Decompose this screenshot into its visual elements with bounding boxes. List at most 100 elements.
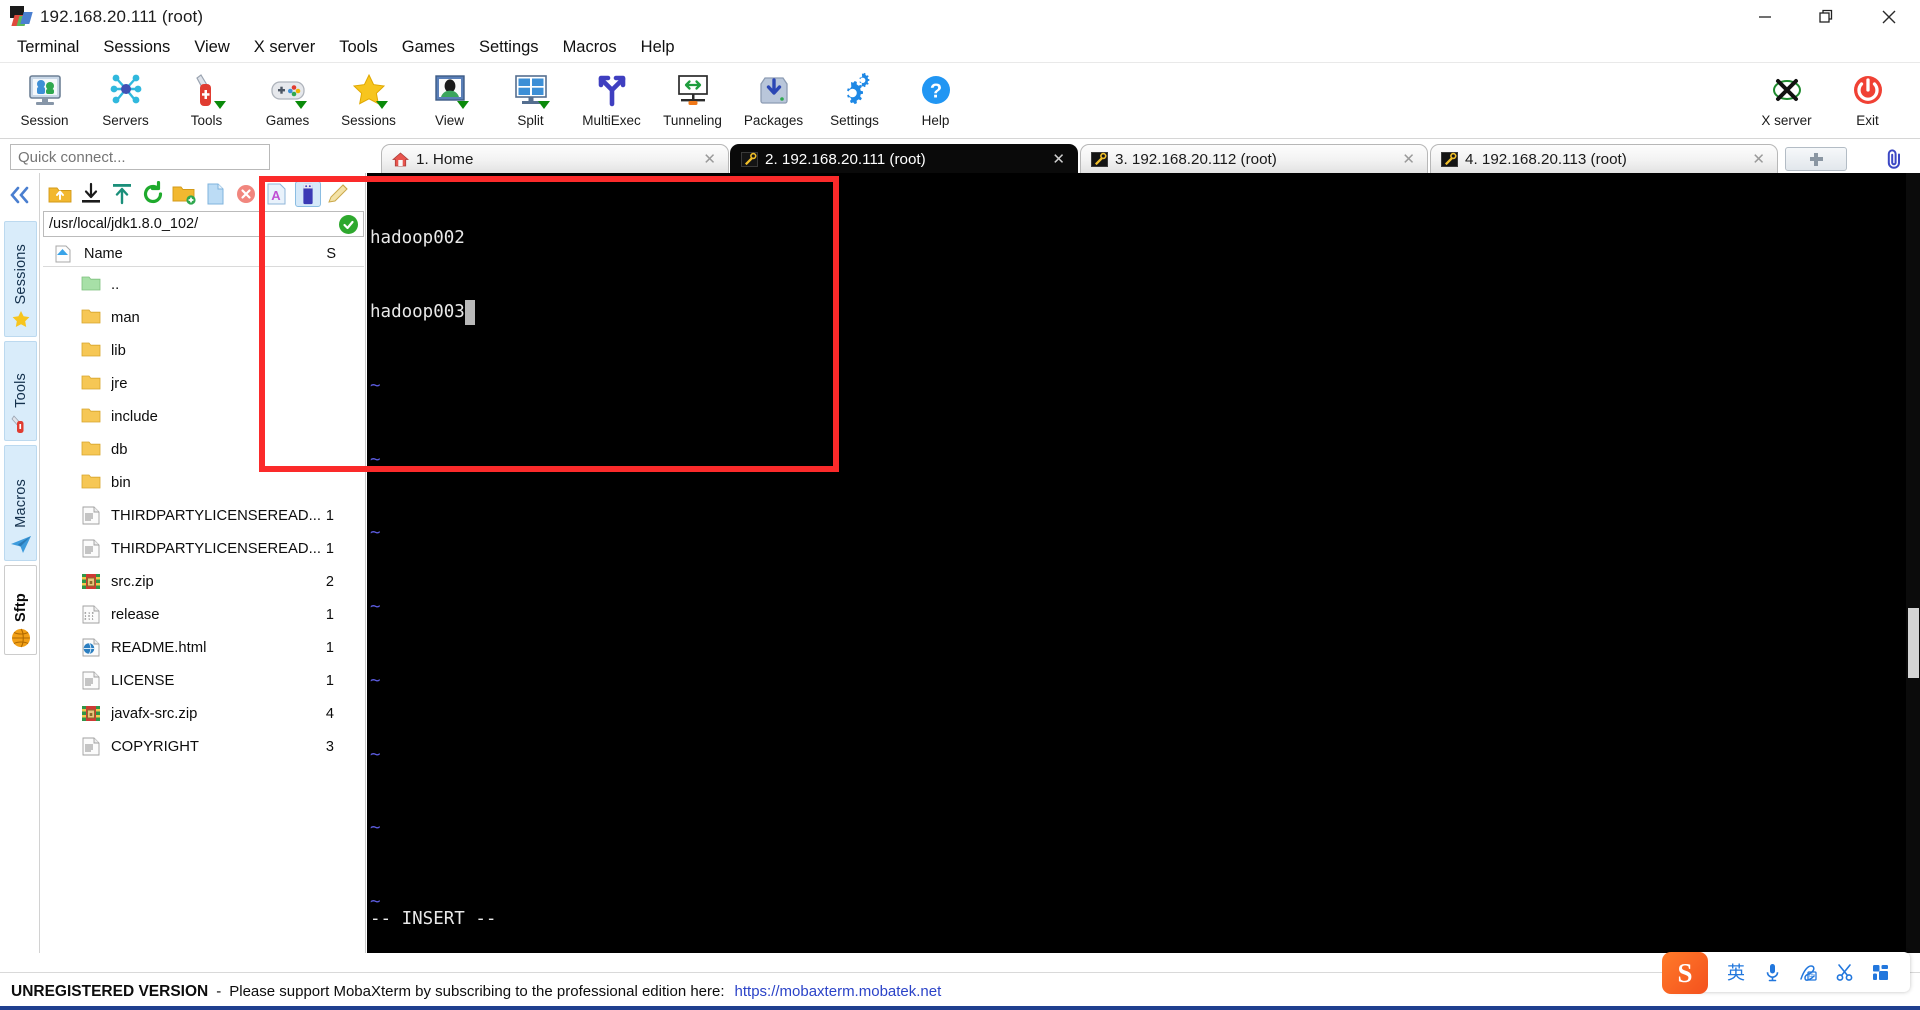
multiexec-fork-icon bbox=[592, 70, 632, 110]
handwriting-icon[interactable]: 中 bbox=[1793, 958, 1823, 986]
text-mode-icon[interactable]: A bbox=[264, 181, 290, 207]
toolbar-split-button[interactable]: Split bbox=[490, 64, 571, 137]
list-item[interactable]: README.html 1 bbox=[43, 631, 364, 664]
tab-close-icon[interactable]: ✕ bbox=[685, 150, 716, 168]
new-tab-button[interactable] bbox=[1785, 147, 1847, 171]
sftp-name-column[interactable]: Name bbox=[84, 246, 123, 262]
edit-pencil-icon[interactable] bbox=[326, 181, 352, 207]
close-button[interactable] bbox=[1858, 0, 1920, 33]
list-item[interactable]: LICENSE 1 bbox=[43, 664, 364, 697]
refresh-icon[interactable] bbox=[140, 180, 166, 207]
list-item[interactable]: include bbox=[43, 400, 364, 433]
list-item[interactable]: src.zip 2 bbox=[43, 565, 364, 598]
sftp-file-list[interactable]: .. man lib jre include db bin THIRDPARTY… bbox=[43, 268, 364, 888]
sidebar-item-sftp[interactable]: Sftp bbox=[4, 565, 37, 655]
terminal-line: ~ bbox=[370, 523, 381, 544]
file-name: db bbox=[111, 441, 128, 458]
list-item[interactable]: lib bbox=[43, 334, 364, 367]
tab-192-168-20-111[interactable]: 2. 192.168.20.111 (root) ✕ bbox=[730, 144, 1078, 173]
svg-text:中: 中 bbox=[1808, 972, 1814, 980]
binary-mode-icon[interactable] bbox=[295, 181, 321, 207]
list-item[interactable]: .. bbox=[43, 268, 364, 301]
list-item[interactable]: jre bbox=[43, 367, 364, 400]
tab-home[interactable]: 1. Home ✕ bbox=[381, 144, 729, 173]
list-item[interactable]: bin bbox=[43, 466, 364, 499]
toolbar-help-button[interactable]: ? Help bbox=[895, 64, 976, 137]
double-chevron-left-icon[interactable] bbox=[5, 181, 35, 209]
sftp-size-column[interactable]: S bbox=[326, 246, 336, 262]
sogou-logo-icon[interactable]: S bbox=[1662, 952, 1708, 994]
menu-tools[interactable]: Tools bbox=[327, 35, 390, 60]
toolbar-games-button[interactable]: Games bbox=[247, 64, 328, 137]
toolbar-exit-button[interactable]: Exit bbox=[1827, 64, 1908, 137]
tab-close-icon[interactable]: ✕ bbox=[1734, 150, 1765, 168]
sftp-path-value: /usr/local/jdk1.8.0_102/ bbox=[49, 216, 199, 232]
file-size: 1 bbox=[325, 672, 334, 689]
file-name: bin bbox=[111, 474, 131, 491]
tab-192-168-20-112[interactable]: 3. 192.168.20.112 (root) ✕ bbox=[1080, 144, 1428, 173]
menu-sessions[interactable]: Sessions bbox=[91, 35, 182, 60]
paperclip-icon[interactable] bbox=[1882, 147, 1906, 171]
list-item[interactable]: COPYRIGHT 3 bbox=[43, 730, 364, 763]
quick-connect-input[interactable] bbox=[10, 144, 270, 170]
toolbar-settings-button[interactable]: Settings bbox=[814, 64, 895, 137]
menu-x-server[interactable]: X server bbox=[242, 35, 327, 60]
scrollbar-thumb[interactable] bbox=[1908, 608, 1919, 678]
minimize-button[interactable] bbox=[1734, 0, 1796, 33]
sftp-path-field[interactable]: /usr/local/jdk1.8.0_102/ bbox=[43, 211, 364, 237]
sidebar-sessions-label: Sessions bbox=[12, 243, 29, 304]
menu-settings[interactable]: Settings bbox=[467, 35, 551, 60]
toolbar-sessions-button[interactable]: Sessions bbox=[328, 64, 409, 137]
menu-view[interactable]: View bbox=[182, 35, 241, 60]
list-item[interactable]: man bbox=[43, 301, 364, 334]
sidebar-item-tools[interactable]: Tools bbox=[4, 341, 37, 441]
list-item[interactable]: db bbox=[43, 433, 364, 466]
menu-terminal[interactable]: Terminal bbox=[5, 35, 91, 60]
file-size: 3 bbox=[325, 738, 334, 755]
toolbar-settings-label: Settings bbox=[830, 113, 879, 128]
toolbar-view-button[interactable]: View bbox=[409, 64, 490, 137]
menu-macros[interactable]: Macros bbox=[551, 35, 629, 60]
restore-button[interactable] bbox=[1796, 0, 1858, 33]
list-item[interactable]: javafx-src.zip 4 bbox=[43, 697, 364, 730]
scissors-icon[interactable] bbox=[1829, 958, 1859, 986]
sidebar-item-macros[interactable]: Macros bbox=[4, 445, 37, 561]
language-mode-icon[interactable]: 英 bbox=[1721, 958, 1751, 986]
list-item[interactable]: 0 1 01 0 10 1 1 release 1 bbox=[43, 598, 364, 631]
tab-close-icon[interactable]: ✕ bbox=[1034, 150, 1065, 168]
upload-icon[interactable] bbox=[109, 181, 135, 207]
sidebar-item-sessions[interactable]: Sessions bbox=[4, 221, 37, 337]
tab-close-icon[interactable]: ✕ bbox=[1384, 150, 1415, 168]
list-item[interactable]: THIRDPARTYLICENSEREAD... 1 bbox=[43, 532, 364, 565]
toolbar-session-button[interactable]: Session bbox=[4, 64, 85, 137]
tab-192-168-20-113[interactable]: 4. 192.168.20.113 (root) ✕ bbox=[1430, 144, 1778, 173]
list-item[interactable]: THIRDPARTYLICENSEREAD... 1 bbox=[43, 499, 364, 532]
sidebar-tools-label: Tools bbox=[12, 373, 29, 408]
file-name: javafx-src.zip bbox=[111, 705, 198, 722]
toolbar-servers-button[interactable]: Servers bbox=[85, 64, 166, 137]
toolbar-x-server-button[interactable]: X server bbox=[1746, 64, 1827, 137]
mobaxterm-website-link[interactable]: https://mobaxterm.mobatek.net bbox=[735, 983, 942, 1000]
toolbar-sessions-label: Sessions bbox=[341, 113, 396, 128]
toolbox-icon[interactable] bbox=[1865, 958, 1895, 986]
terminal-panel[interactable]: hadoop002 hadoop003 ~ ~ ~ ~ ~ ~ ~ ~ ~ ~ … bbox=[367, 173, 1920, 953]
download-icon[interactable] bbox=[78, 181, 104, 207]
user-screen-icon bbox=[430, 70, 470, 110]
toolbar-tunneling-button[interactable]: Tunneling bbox=[652, 64, 733, 137]
new-folder-icon[interactable] bbox=[171, 181, 197, 207]
delete-icon[interactable] bbox=[233, 181, 259, 207]
terminal-scrollbar[interactable] bbox=[1906, 173, 1920, 953]
window-title: 192.168.20.111 (root) bbox=[40, 6, 204, 26]
sort-ascending-icon[interactable] bbox=[53, 244, 72, 263]
toolbar-tools-button[interactable]: Tools bbox=[166, 64, 247, 137]
toolbar-packages-button[interactable]: Packages bbox=[733, 64, 814, 137]
menu-games[interactable]: Games bbox=[390, 35, 467, 60]
check-circle-icon bbox=[339, 215, 358, 234]
microphone-icon[interactable] bbox=[1757, 958, 1787, 986]
menu-help[interactable]: Help bbox=[629, 35, 687, 60]
new-file-icon[interactable] bbox=[202, 181, 228, 207]
x-server-icon bbox=[1767, 70, 1807, 110]
go-up-folder-icon[interactable] bbox=[47, 181, 73, 207]
toolbar-multiexec-button[interactable]: MultiExec bbox=[571, 64, 652, 137]
tab-192-168-20-113-label: 4. 192.168.20.113 (root) bbox=[1465, 150, 1627, 168]
